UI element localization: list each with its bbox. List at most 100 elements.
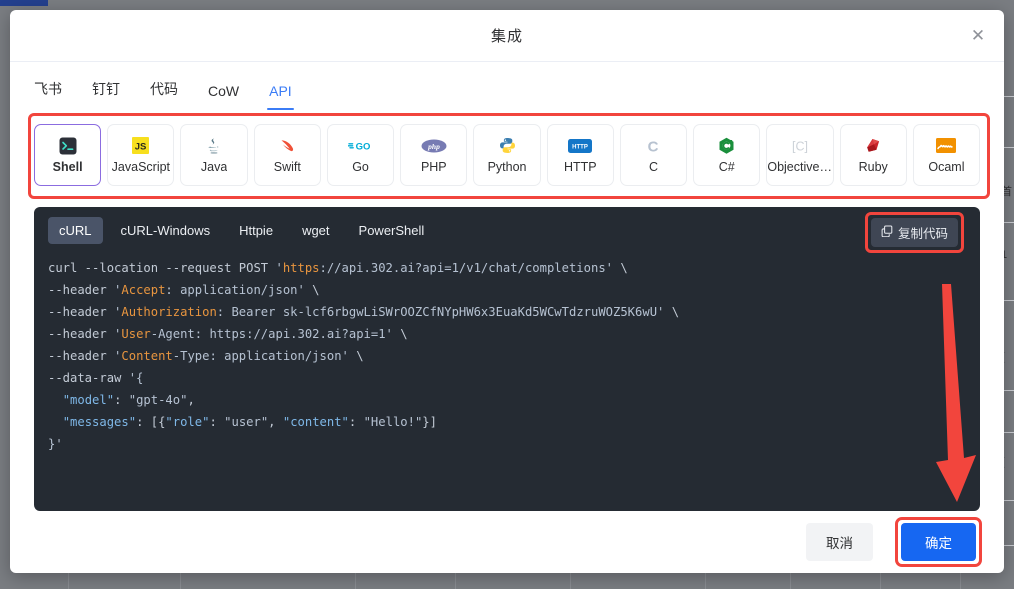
language-card-java[interactable]: Java	[180, 124, 248, 186]
language-card-objective-c[interactable]: [C] Objective-C	[766, 124, 834, 186]
language-card-swift[interactable]: Swift	[253, 124, 321, 186]
java-icon	[201, 136, 227, 155]
language-card-ruby[interactable]: Ruby	[839, 124, 907, 186]
tab-2[interactable]: 钉钉	[90, 79, 122, 110]
dialog-header: 集成 ✕	[10, 10, 1004, 62]
language-card-c-[interactable]: C#	[693, 124, 761, 186]
code-token: curl --location --request POST	[48, 261, 276, 275]
language-card-python[interactable]: Python	[473, 124, 541, 186]
objective-c-icon: [C]	[787, 136, 813, 155]
tab-1[interactable]: 飞书	[32, 79, 64, 110]
copy-code-button[interactable]: 复制代码	[870, 218, 958, 247]
copy-code-highlight: 复制代码	[864, 212, 964, 253]
code-line: "messages": [{"role": "user", "content":…	[48, 411, 980, 433]
code-line: --header 'Authorization: Bearer sk-lcf6r…	[48, 301, 980, 323]
language-card-c[interactable]: CC	[619, 124, 688, 186]
csharp-icon	[714, 136, 740, 155]
dialog-title: 集成	[490, 28, 523, 45]
code-tab-curl-windows[interactable]: cURL-Windows	[110, 217, 222, 244]
svg-text:HTTP: HTTP	[572, 144, 588, 150]
background-column-divider	[960, 573, 961, 589]
code-tab-curl[interactable]: cURL	[48, 216, 103, 244]
language-card-label: C#	[718, 160, 735, 174]
code-token: : Bearer sk-lcf6rbgwLiSWrOOZCfNYpHW6x3Eu…	[216, 305, 665, 319]
tab-3[interactable]: 代码	[148, 79, 180, 110]
code-token: --header	[48, 305, 115, 319]
code-line: --header 'Accept: application/json' \	[48, 279, 980, 301]
code-token: ://api.302.ai?api=1/v1/chat/completions'	[319, 261, 614, 275]
svg-text:JS: JS	[135, 141, 147, 152]
integration-dialog: 集成 ✕ 飞书 钉钉 代码 CoW API Shell JS JavaScript Java S…	[10, 10, 1004, 573]
code-tab-powershell[interactable]: PowerShell	[348, 217, 436, 244]
code-token: \	[392, 327, 408, 341]
code-token: "messages"	[62, 415, 137, 429]
code-token: '{	[128, 371, 144, 385]
ruby-icon	[860, 136, 886, 155]
code-token: \	[304, 283, 320, 297]
code-token: "gpt-4o"	[128, 393, 188, 407]
background-column-divider	[880, 573, 881, 589]
code-token: -Type: application/json'	[172, 349, 349, 363]
code-token: : application/json'	[165, 283, 305, 297]
code-token: "content"	[282, 415, 349, 429]
language-card-row: Shell JS JavaScript Java Swift GO Go php PHP Pyth…	[28, 120, 986, 190]
code-line: curl --location --request POST 'https://…	[48, 257, 980, 279]
go-icon: GO	[347, 136, 374, 155]
code-token: \	[613, 261, 628, 275]
confirm-button-highlight: 确定	[895, 517, 982, 567]
language-card-http[interactable]: HTTP HTTP	[546, 124, 614, 186]
code-token: :	[348, 415, 364, 429]
code-token: }'	[48, 437, 63, 451]
confirm-button[interactable]: 确定	[901, 523, 976, 561]
python-icon	[494, 136, 520, 155]
copy-code-label: 复制代码	[897, 227, 948, 241]
code-token: https	[282, 261, 320, 275]
language-card-label: Python	[487, 160, 527, 174]
code-token: --data-raw	[48, 371, 129, 385]
language-card-javascript[interactable]: JS JavaScript	[107, 124, 175, 186]
code-token: "model"	[62, 393, 115, 407]
shell-icon	[55, 136, 81, 155]
dialog-tabbar: 飞书 钉钉 代码 CoW API	[10, 62, 1004, 110]
background-column-divider	[705, 573, 706, 589]
tab-5[interactable]: API	[267, 83, 294, 110]
code-token: --header	[48, 327, 115, 341]
code-token: :	[209, 415, 225, 429]
dialog-footer: 取消 确定	[10, 511, 1004, 573]
language-card-label: HTTP	[563, 160, 597, 174]
code-tab-list: cURL cURL-Windows Httpie wget PowerShell	[48, 216, 442, 244]
code-token: "role"	[165, 415, 210, 429]
language-card-ocaml[interactable]: Ocaml	[912, 124, 981, 186]
code-tab-httpie[interactable]: Httpie	[228, 217, 284, 244]
code-token: --header	[48, 283, 115, 297]
background-column-divider	[790, 573, 791, 589]
php-icon: php	[421, 136, 447, 155]
code-token: "user"	[224, 415, 269, 429]
code-token: Authorization	[121, 305, 217, 319]
tab-4[interactable]: CoW	[206, 83, 241, 110]
language-card-php[interactable]: php PHP	[400, 124, 468, 186]
background-topbar	[0, 0, 48, 6]
language-card-label: Swift	[273, 160, 301, 174]
ocaml-icon	[933, 136, 959, 155]
code-tab-wget[interactable]: wget	[291, 217, 340, 244]
close-icon[interactable]: ✕	[966, 24, 990, 48]
language-card-label: JavaScript	[111, 160, 171, 174]
code-token: User	[121, 327, 151, 341]
language-card-label: Shell	[52, 160, 83, 174]
code-token: :	[114, 393, 129, 407]
language-card-label: Objective-C	[767, 160, 833, 174]
language-card-go[interactable]: GO Go	[326, 124, 395, 186]
code-token: : [{	[136, 415, 166, 429]
code-token: \	[348, 349, 364, 363]
javascript-icon: JS	[128, 136, 154, 155]
svg-text:[C]: [C]	[792, 139, 808, 153]
background-column-divider	[68, 573, 69, 589]
cancel-button[interactable]: 取消	[806, 523, 873, 561]
code-line: "model": "gpt-4o",	[48, 389, 980, 411]
code-content[interactable]: curl --location --request POST 'https://…	[34, 253, 980, 511]
language-card-shell[interactable]: Shell	[34, 124, 102, 186]
svg-text:GO: GO	[355, 141, 370, 152]
